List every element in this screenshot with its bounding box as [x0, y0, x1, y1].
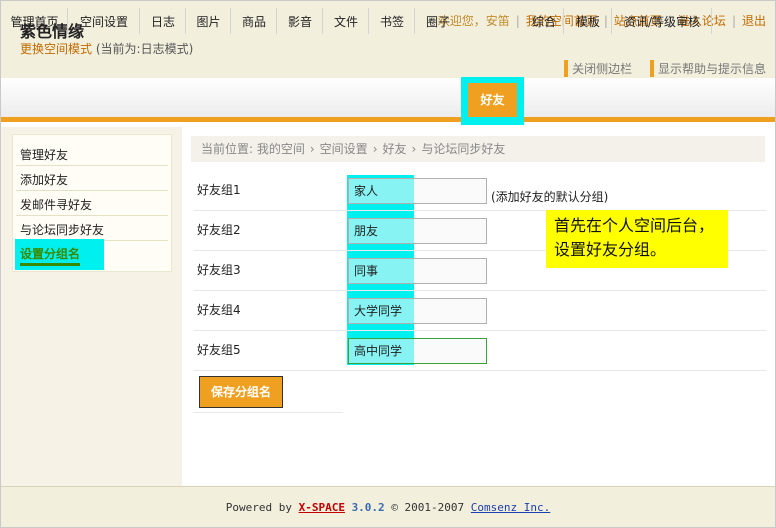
- nav-images[interactable]: 图片: [186, 0, 231, 39]
- xspace-link[interactable]: X-SPACE: [299, 501, 345, 514]
- nav-space-settings[interactable]: 空间设置: [68, 0, 140, 39]
- group-2-label: 好友组2: [197, 223, 241, 237]
- nav-blog[interactable]: 日志: [140, 0, 186, 39]
- group-2-input[interactable]: 朋友: [348, 218, 487, 244]
- group-1-input[interactable]: 家人: [348, 178, 487, 204]
- group-3-label: 好友组3: [197, 263, 241, 277]
- side-toggles: 关闭侧边栏 显示帮助与提示信息: [550, 60, 766, 77]
- footer: Powered by X-SPACE 3.0.2 © 2001-2007 Com…: [1, 486, 775, 527]
- sidebar-divider: [16, 165, 168, 166]
- copyright-text: © 2001-2007: [391, 501, 465, 514]
- sidebar-item-sync-forum[interactable]: 与论坛同步好友: [20, 221, 104, 238]
- nav-circles[interactable]: 圈子: [415, 0, 461, 39]
- sidebar-item-add-friend[interactable]: 添加好友: [20, 171, 68, 188]
- current-mode-text: (当前为:日志模式): [95, 42, 194, 56]
- main-nav: [1, 78, 775, 122]
- version-text: 3.0.2: [351, 501, 385, 514]
- breadcrumb-space-settings[interactable]: 空间设置: [320, 142, 368, 156]
- default-group-hint: (添加好友的默认分组): [491, 190, 609, 204]
- group-5-label: 好友组5: [197, 343, 241, 357]
- group-5-input[interactable]: 高中同学: [348, 338, 487, 364]
- save-group-names-button[interactable]: 保存分组名: [199, 376, 283, 408]
- powered-by-text: Powered by: [225, 501, 292, 514]
- sidebar-divider: [16, 190, 168, 191]
- nav-media[interactable]: 影音: [277, 0, 323, 39]
- group-1-label: 好友组1: [197, 183, 241, 197]
- nav-goods[interactable]: 商品: [231, 0, 277, 39]
- comsenz-link[interactable]: Comsenz Inc.: [471, 501, 550, 514]
- breadcrumb: 当前位置: 我的空间 › 空间设置 › 好友 › 与论坛同步好友: [191, 136, 765, 162]
- annotation-note: 首先在个人空间后台，设置好友分组。: [546, 210, 728, 268]
- nav-general[interactable]: 综合: [524, 0, 564, 39]
- nav-bookmarks[interactable]: 书签: [369, 0, 415, 39]
- row-divider: [193, 290, 767, 291]
- group-4-label: 好友组4: [197, 303, 241, 317]
- breadcrumb-location[interactable]: 当前位置: 我的空间: [201, 142, 305, 156]
- mode-line: 更换空间模式 (当前为:日志模式): [20, 40, 193, 57]
- breadcrumb-sync: 与论坛同步好友: [421, 142, 506, 156]
- sidebar-item-email-friend[interactable]: 发邮件寻好友: [20, 196, 92, 213]
- sidebar-item-manage-friends[interactable]: 管理好友: [20, 146, 68, 163]
- nav-manage-home[interactable]: 管理首页: [1, 0, 68, 39]
- show-help-toggle[interactable]: 显示帮助与提示信息: [649, 60, 766, 77]
- breadcrumb-friends[interactable]: 好友: [383, 142, 407, 156]
- sidebar-divider: [16, 215, 168, 216]
- group-4-input[interactable]: 大学同学: [348, 298, 487, 324]
- logout-link[interactable]: 退出: [742, 14, 766, 28]
- close-sidebar-toggle[interactable]: 关闭侧边栏: [564, 60, 632, 77]
- row-divider: [193, 330, 767, 331]
- sidebar-item-set-group-names[interactable]: 设置分组名: [20, 245, 81, 266]
- change-mode-link[interactable]: 更换空间模式: [20, 42, 92, 56]
- nav-friends-tab[interactable]: 好友: [468, 83, 517, 117]
- nav-files[interactable]: 文件: [323, 0, 369, 39]
- nav-templates[interactable]: 模板: [564, 0, 612, 39]
- nav-news-review[interactable]: 资讯/等级审核: [612, 0, 712, 39]
- group-3-input[interactable]: 同事: [348, 258, 487, 284]
